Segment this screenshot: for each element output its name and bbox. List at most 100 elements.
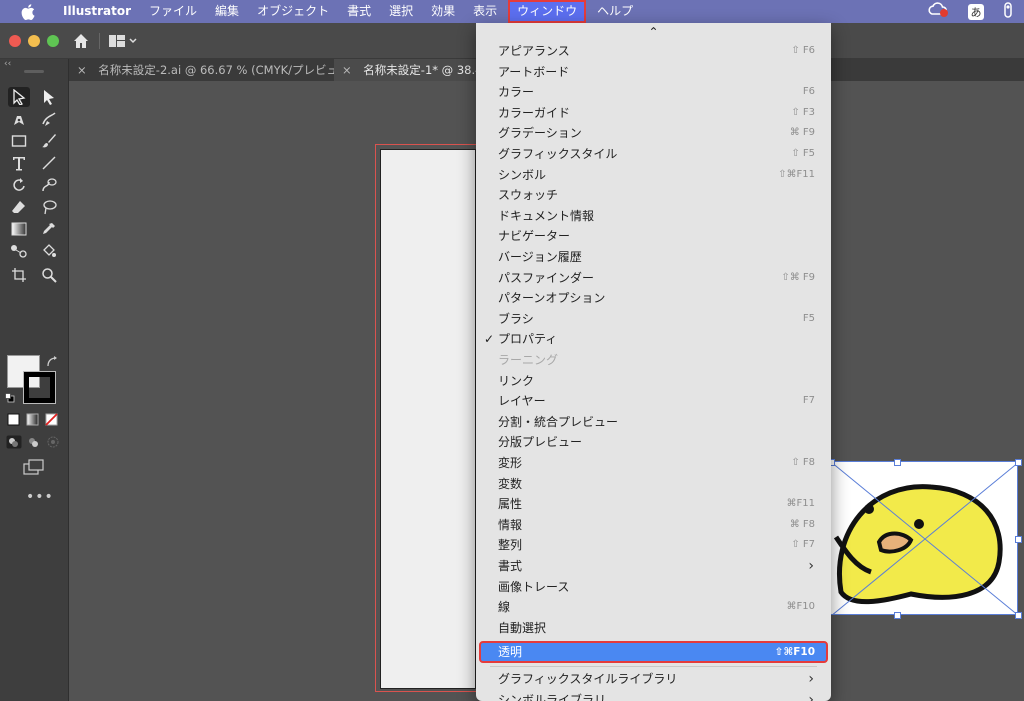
menu-effect[interactable]: 効果 [422,0,464,23]
screen-mode-icon[interactable] [23,459,45,478]
submenu-arrow-icon: › [808,558,814,574]
menu-item-label: 書式 [498,559,523,573]
menu-object[interactable]: オブジェクト [248,0,338,23]
edit-toolbar-icon[interactable]: ••• [26,489,54,505]
menu-item[interactable]: 分版プレビュー [480,432,827,452]
menu-item[interactable]: 画像トレース [480,577,827,597]
artboard-tool-icon[interactable] [8,265,30,285]
warp-tool-icon[interactable] [38,175,60,195]
input-method-icon[interactable]: あ [968,3,984,20]
workspace-switcher-icon[interactable] [108,33,138,49]
menu-item[interactable]: 変形 ⇧ F8 [480,453,827,473]
collapse-panel-icon[interactable]: ‹‹ [4,59,11,69]
menubar: Illustrator ファイル 編集 オブジェクト 書式 選択 効果 表示 ウ… [0,0,1024,23]
home-icon[interactable] [72,32,90,50]
menu-window[interactable]: ウィンドウ [508,0,587,23]
gradient-mode-icon[interactable] [26,413,39,429]
menu-edit[interactable]: 編集 [206,0,248,23]
selection-tool-icon[interactable] [8,87,30,107]
type-tool-icon[interactable] [8,153,30,173]
default-fill-stroke-icon[interactable] [5,392,15,403]
pen-tool-icon[interactable] [8,109,30,129]
apple-icon[interactable] [20,3,36,20]
menu-item[interactable]: バージョン履歴 [480,247,827,267]
draw-normal-icon[interactable] [6,435,22,452]
rotate-tool-icon[interactable] [8,175,30,195]
swap-fill-stroke-icon[interactable] [46,356,58,371]
menu-item-label: アートボード [498,64,570,79]
zoom-tool-icon[interactable] [38,265,60,285]
none-mode-icon[interactable] [45,413,58,429]
menu-item[interactable]: 整列 ⇧ F7 [480,535,827,555]
menu-item-label: 変形 [498,456,523,470]
creative-cloud-icon[interactable] [928,2,950,21]
resize-handle[interactable] [894,612,901,619]
menu-select[interactable]: 選択 [380,0,422,23]
menu-item[interactable]: シンボルライブラリ › [480,690,827,701]
close-tab-icon[interactable]: × [342,63,352,77]
menu-file[interactable]: ファイル [140,0,206,23]
menu-app-illustrator[interactable]: Illustrator [54,0,140,23]
menu-item[interactable]: スウォッチ [480,185,827,205]
menu-item[interactable]: パスファインダー ⇧⌘ F9 [480,268,827,288]
resize-handle[interactable] [1015,459,1022,466]
control-center-icon[interactable] [1002,2,1014,21]
color-mode-icon[interactable] [7,413,20,429]
blend-tool-icon[interactable] [8,241,30,261]
stroke-color-swatch[interactable] [23,371,56,404]
menu-item[interactable]: レイヤー F7 [480,391,827,411]
resize-handle[interactable] [894,459,901,466]
menu-item[interactable]: ドキュメント情報 [480,206,827,226]
eraser-tool-icon[interactable] [8,197,30,217]
zoom-window-button[interactable] [47,35,59,47]
menu-item[interactable]: 変数 [480,474,827,494]
draw-behind-icon[interactable] [26,435,42,452]
resize-handle[interactable] [1015,612,1022,619]
direct-selection-tool-icon[interactable] [38,87,60,107]
placed-image-duck[interactable] [830,461,1018,615]
panel-grip[interactable] [24,70,44,73]
paintbrush-tool-icon[interactable] [38,131,60,151]
menu-item[interactable]: アピアランス ⇧ F6 [480,41,827,61]
menu-item[interactable]: カラー F6 [480,82,827,102]
gradient-tool-icon[interactable] [8,219,30,239]
menu-item[interactable]: カラーガイド ⇧ F3 [480,103,827,123]
line-segment-tool-icon[interactable] [38,153,60,173]
menu-item[interactable]: シンボル ⇧⌘F11 [480,165,827,185]
menu-type[interactable]: 書式 [338,0,380,23]
close-window-button[interactable] [9,35,21,47]
menu-item[interactable]: グラデーション ⌘ F9 [480,123,827,143]
lasso-tool-icon[interactable] [38,197,60,217]
minimize-window-button[interactable] [28,35,40,47]
menu-item[interactable]: 線 ⌘F10 [480,597,827,617]
menu-item[interactable]: アートボード [480,62,827,82]
menu-item[interactable]: リンク [480,371,827,391]
menu-view[interactable]: 表示 [464,0,506,23]
menu-item[interactable]: グラフィックスタイルライブラリ › [480,669,827,689]
menu-item[interactable]: 透明 ⇧⌘F10 [479,641,828,664]
menu-item[interactable]: グラフィックスタイル ⇧ F5 [480,144,827,164]
eyedropper-tool-icon[interactable] [38,219,60,239]
menu-item[interactable]: ブラシ F5 [480,309,827,329]
menu-help[interactable]: ヘルプ [588,0,642,23]
rectangle-tool-icon[interactable] [8,131,30,151]
menu-item[interactable]: 情報 ⌘ F8 [480,515,827,535]
menu-item[interactable]: 分割・統合プレビュー [480,412,827,432]
menu-item[interactable]: ナビゲーター [480,226,827,246]
document-tab-2[interactable]: × 名称未設定-1* @ 38.42 % [334,59,504,81]
curvature-tool-icon[interactable] [38,109,60,129]
menu-item[interactable]: 自動選択 [480,618,827,638]
menu-item[interactable]: 属性 ⌘F11 [480,494,827,514]
scroll-up-arrow-icon[interactable]: ⌃ [476,25,831,39]
document-tab-1[interactable]: × 名称未設定-2.ai @ 66.67 % (CMYK/プレビュー) [69,59,354,81]
menu-item-label: リンク [498,373,535,388]
live-paint-bucket-icon[interactable] [38,241,60,261]
draw-inside-icon[interactable] [46,435,60,452]
artboard[interactable] [380,149,476,689]
menu-item[interactable]: ✓ プロパティ [480,329,827,349]
resize-handle[interactable] [1015,536,1022,543]
menu-item[interactable]: パターンオプション [480,288,827,308]
close-tab-icon[interactable]: × [77,63,87,77]
menu-item-label: バージョン履歴 [498,250,582,264]
menu-item[interactable]: 書式 › [480,556,827,576]
